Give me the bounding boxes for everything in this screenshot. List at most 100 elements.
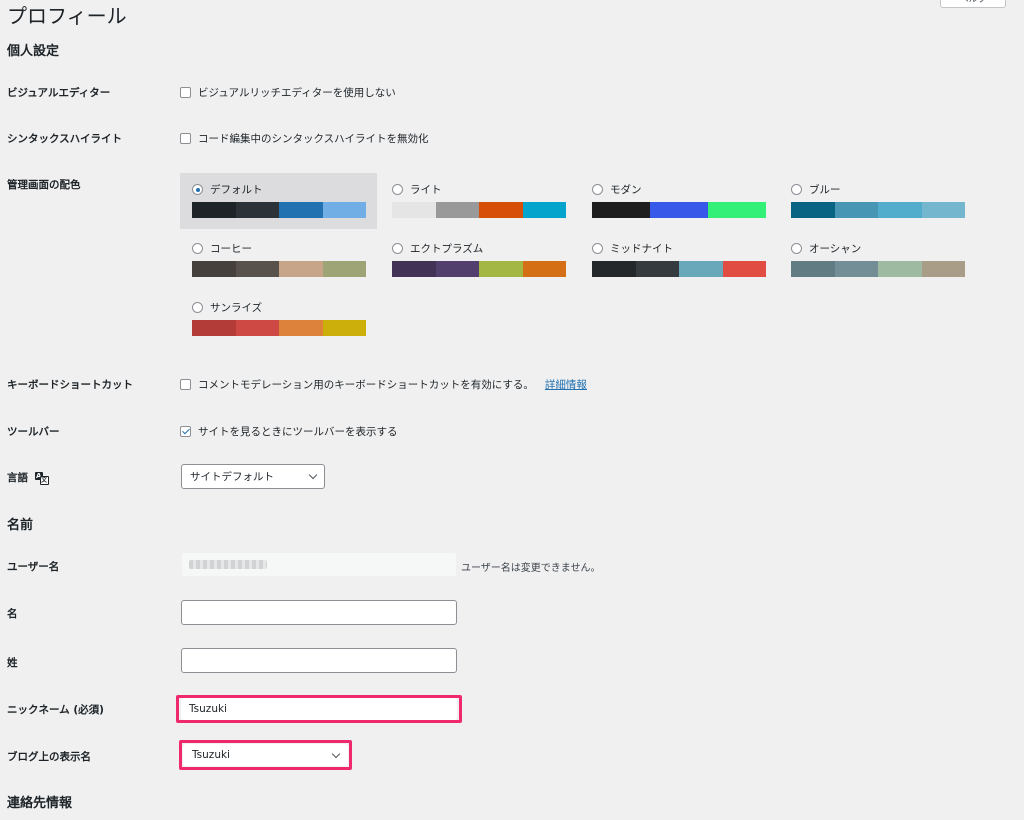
syntax-highlight-checkbox[interactable]: [180, 133, 191, 144]
color-scheme-radio-coffee[interactable]: [192, 243, 203, 254]
translation-icon: A文: [34, 472, 49, 485]
syntax-highlight-option: コード編集中のシンタックスハイライトを無効化: [180, 131, 428, 146]
color-scheme-name: モダン: [610, 184, 642, 196]
color-scheme-radio-blue[interactable]: [791, 184, 802, 195]
toolbar-label: ツールバー: [7, 426, 60, 438]
color-scheme-name: ブルー: [809, 184, 841, 196]
color-scheme-option-default[interactable]: デフォルト: [180, 173, 377, 229]
color-swatch: [322, 202, 366, 218]
nickname-label: ニックネーム (必須): [7, 704, 104, 716]
color-scheme-name: ライト: [410, 184, 442, 196]
color-swatch: [650, 202, 708, 218]
color-scheme-radio-sunrise[interactable]: [192, 302, 203, 313]
color-scheme-radio-ectoplasm[interactable]: [392, 243, 403, 254]
last-name-input[interactable]: [181, 648, 457, 673]
chevron-down-icon: [308, 470, 318, 480]
display-name-label: ブログ上の表示名: [7, 751, 91, 763]
toolbar-checkbox[interactable]: [180, 426, 191, 437]
color-swatch: [479, 202, 523, 218]
visual-editor-label: ビジュアルエディター: [7, 87, 111, 99]
display-name-select[interactable]: Tsuzuki: [183, 744, 348, 766]
color-swatch: [834, 261, 878, 277]
color-swatch: [592, 202, 650, 218]
color-scheme-radio-ocean[interactable]: [791, 243, 802, 254]
color-scheme-option-modern[interactable]: モダン: [580, 173, 766, 229]
color-swatch: [322, 320, 366, 336]
color-scheme-radio-midnight[interactable]: [592, 243, 603, 254]
display-name-select-value: Tsuzuki: [192, 749, 230, 761]
color-swatch: [235, 202, 279, 218]
color-swatch: [522, 202, 566, 218]
color-swatch: [279, 320, 323, 336]
username-input: [181, 552, 457, 577]
color-scheme-radio-modern[interactable]: [592, 184, 603, 195]
visual-editor-checkbox[interactable]: [180, 87, 191, 98]
username-blurred-value: [189, 560, 267, 569]
chevron-down-icon: [331, 749, 341, 758]
visual-editor-option: ビジュアルリッチエディターを使用しない: [180, 85, 396, 100]
color-swatch: [435, 202, 479, 218]
color-scheme-option-ocean[interactable]: オーシャン: [779, 232, 965, 288]
color-swatch: [435, 261, 479, 277]
color-swatch: [192, 261, 236, 277]
help-tab-button[interactable]: ヘルプ: [940, 0, 1006, 8]
color-scheme-name: オーシャン: [809, 243, 862, 255]
color-swatch: [192, 320, 236, 336]
color-scheme-option-blue[interactable]: ブルー: [779, 173, 965, 229]
color-swatch: [392, 261, 436, 277]
color-scheme-name: エクトプラズム: [410, 243, 484, 255]
color-scheme-swatches: [592, 261, 766, 277]
color-swatch: [722, 261, 766, 277]
color-scheme-option-ectoplasm[interactable]: エクトプラズム: [380, 232, 566, 288]
color-scheme-option-sunrise[interactable]: サンライズ: [180, 291, 366, 347]
color-scheme-head: エクトプラズム: [392, 241, 483, 256]
first-name-label: 名: [7, 608, 18, 620]
toolbar-option: サイトを見るときにツールバーを表示する: [180, 424, 398, 439]
color-swatch: [592, 261, 636, 277]
color-scheme-swatches: [791, 261, 965, 277]
language-select[interactable]: サイトデフォルト: [181, 464, 325, 489]
color-swatch: [635, 261, 679, 277]
color-scheme-head: ライト: [392, 182, 442, 197]
color-swatch: [192, 202, 236, 218]
color-swatch: [322, 261, 366, 277]
more-info-link[interactable]: 詳細情報: [545, 377, 587, 392]
color-scheme-radio-default[interactable]: [192, 184, 203, 195]
last-name-label: 姓: [7, 657, 18, 669]
color-scheme-option-coffee[interactable]: コーヒー: [180, 232, 366, 288]
color-scheme-label: 管理画面の配色: [7, 179, 81, 191]
language-label-wrap: 言語 A文: [7, 470, 49, 485]
color-scheme-option-midnight[interactable]: ミッドナイト: [580, 232, 766, 288]
color-scheme-head: オーシャン: [791, 241, 861, 256]
page-title: プロフィール: [7, 4, 127, 28]
color-scheme-head: サンライズ: [192, 300, 262, 315]
visual-editor-option-text: ビジュアルリッチエディターを使用しない: [198, 87, 396, 99]
color-scheme-swatches: [791, 202, 965, 218]
color-swatch: [708, 202, 766, 218]
color-swatch: [921, 202, 965, 218]
color-swatch: [791, 202, 835, 218]
nickname-input[interactable]: Tsuzuki: [181, 698, 457, 720]
color-scheme-swatches: [592, 202, 766, 218]
language-label: 言語: [7, 472, 28, 484]
keyboard-shortcuts-option: コメントモデレーション用のキーボードショートカットを有効にする。 詳細情報: [180, 377, 587, 392]
color-scheme-name: サンライズ: [210, 302, 263, 314]
color-swatch: [279, 202, 323, 218]
color-swatch: [791, 261, 835, 277]
color-scheme-option-light[interactable]: ライト: [380, 173, 566, 229]
color-scheme-head: デフォルト: [192, 182, 263, 197]
color-scheme-head: モダン: [592, 182, 642, 197]
first-name-input[interactable]: [181, 600, 457, 625]
section-personal-heading: 個人設定: [7, 44, 60, 59]
color-swatch: [392, 202, 436, 218]
keyboard-shortcuts-checkbox[interactable]: [180, 379, 191, 390]
syntax-highlight-option-text: コード編集中のシンタックスハイライトを無効化: [198, 133, 429, 145]
color-swatch: [679, 261, 723, 277]
color-swatch: [235, 320, 279, 336]
color-scheme-radio-light[interactable]: [392, 184, 403, 195]
section-name-heading: 名前: [7, 518, 34, 533]
section-contact-heading: 連絡先情報: [7, 796, 73, 811]
syntax-highlight-label: シンタックスハイライト: [7, 133, 122, 145]
color-scheme-swatches: [192, 320, 366, 336]
color-swatch: [878, 202, 922, 218]
